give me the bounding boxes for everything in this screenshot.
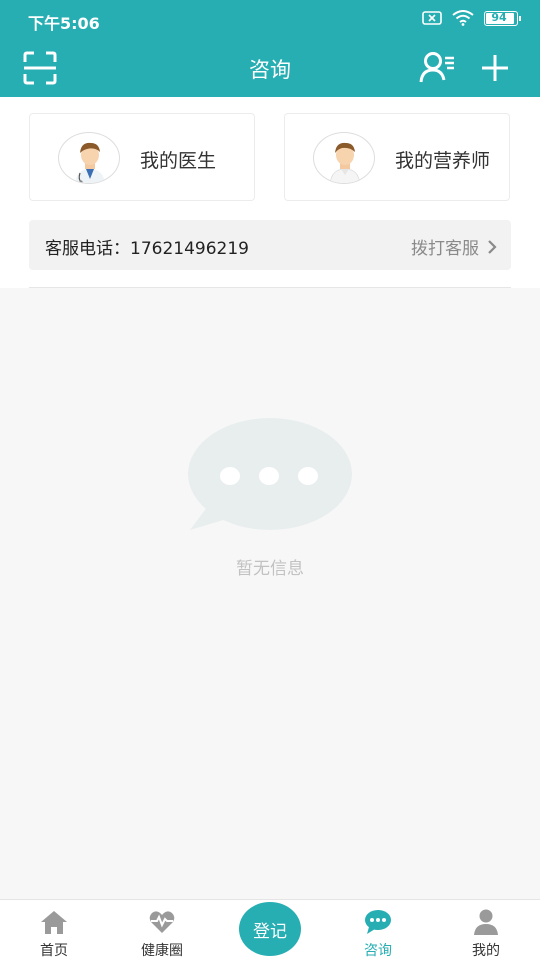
chevron-right-icon — [488, 239, 497, 254]
add-icon[interactable] — [478, 50, 512, 86]
battery-icon: 94 — [484, 10, 521, 26]
nav-health-label: 健康圈 — [141, 943, 183, 959]
doctor-avatar — [58, 132, 120, 184]
heart-pulse-icon — [149, 911, 175, 933]
nav-consult[interactable]: 咨询 — [324, 900, 432, 960]
service-phone: 客服电话：17621496219 — [45, 239, 249, 259]
register-label: 登记 — [253, 921, 287, 942]
nutritionist-avatar — [313, 132, 375, 184]
status-icons: 94 — [422, 10, 521, 26]
nav-me[interactable]: 我的 — [432, 900, 540, 960]
nav-home[interactable]: 首页 — [0, 900, 108, 960]
home-icon — [41, 911, 67, 934]
status-bar: 下午5:06 94 — [0, 0, 540, 40]
chat-icon — [365, 910, 391, 934]
user-icon — [474, 909, 498, 935]
status-time: 下午5:06 — [28, 14, 100, 33]
header: 咨询 — [0, 40, 540, 97]
call-service-button[interactable]: 拨打客服 — [411, 234, 497, 259]
empty-message: 暂无信息 — [236, 559, 304, 579]
customer-service-bar: 客服电话：17621496219 拨打客服 — [29, 220, 511, 270]
my-doctor-card[interactable]: 我的医生 — [29, 113, 255, 201]
nav-consult-label: 咨询 — [364, 943, 392, 959]
nav-me-label: 我的 — [472, 943, 500, 959]
my-doctor-label: 我的医生 — [140, 150, 217, 172]
battery-level: 94 — [491, 10, 507, 24]
top-bar: 下午5:06 94 咨询 — [0, 0, 540, 97]
contacts-icon[interactable] — [418, 50, 456, 86]
my-nutritionist-label: 我的营养师 — [395, 150, 491, 172]
my-nutritionist-card[interactable]: 我的营养师 — [284, 113, 510, 201]
chat-bubble-icon — [188, 418, 352, 530]
page-title: 咨询 — [249, 58, 291, 82]
call-service-label: 拨打客服 — [411, 239, 479, 259]
nutritionist-icon — [329, 142, 361, 183]
sim-off-icon — [422, 11, 442, 25]
empty-state: 暂无信息 — [0, 288, 540, 900]
register-button[interactable]: 登记 — [239, 902, 301, 956]
nav-health-circle[interactable]: 健康圈 — [108, 900, 216, 960]
wifi-icon — [452, 10, 474, 26]
nav-home-label: 首页 — [40, 943, 68, 959]
doctor-icon — [75, 142, 105, 183]
consult-entries: 我的医生 我的营养师 客服电话：17621496219 拨打客服 — [0, 97, 540, 288]
